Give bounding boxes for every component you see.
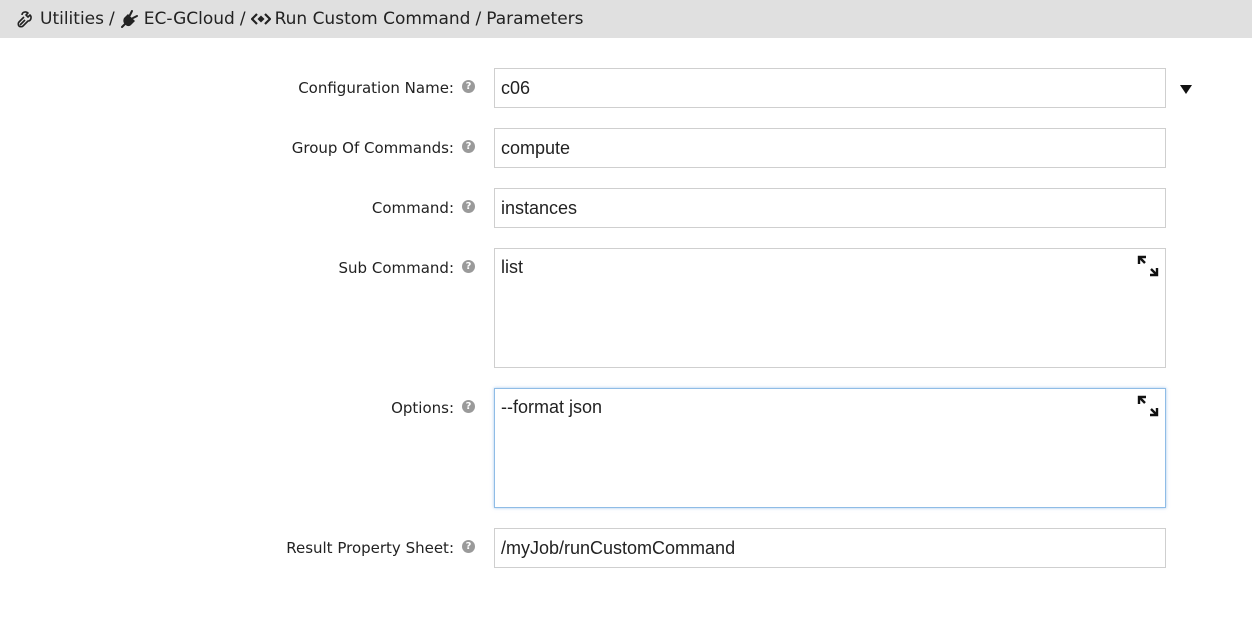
group-of-commands-label: Group Of Commands:: [291, 139, 454, 157]
code-icon: [250, 9, 271, 29]
plug-icon: [120, 9, 140, 29]
options-label: Options:: [391, 399, 454, 417]
sub-command-label: Sub Command:: [338, 259, 454, 277]
breadcrumb: Utilities / EC-GCloud / Run Custom Comma…: [0, 0, 1252, 38]
breadcrumb-item-utilities[interactable]: Utilities: [16, 9, 104, 29]
help-icon[interactable]: ?: [462, 80, 475, 93]
expand-icon[interactable]: [1137, 255, 1159, 277]
breadcrumb-label-utilities: Utilities: [40, 9, 104, 29]
sub-command-value: list: [501, 257, 523, 277]
expand-icon[interactable]: [1137, 395, 1159, 417]
caret-down-icon[interactable]: [1180, 85, 1192, 94]
configuration-name-input[interactable]: c06: [494, 68, 1166, 108]
options-value: --format json: [501, 397, 603, 417]
sub-command-textarea[interactable]: list: [494, 248, 1166, 368]
breadcrumb-separator: /: [239, 9, 246, 29]
breadcrumb-separator: /: [475, 9, 482, 29]
result-property-sheet-input[interactable]: /myJob/runCustomCommand: [494, 528, 1166, 568]
utilities-icon: [16, 9, 36, 29]
configuration-name-label: Configuration Name:: [298, 79, 454, 97]
group-of-commands-input[interactable]: compute: [494, 128, 1166, 168]
help-icon[interactable]: ?: [462, 260, 475, 273]
command-label: Command:: [371, 199, 454, 217]
breadcrumb-label-run-custom-command: Run Custom Command: [274, 9, 471, 29]
breadcrumb-separator: /: [108, 9, 115, 29]
command-input[interactable]: instances: [494, 188, 1166, 228]
help-icon[interactable]: ?: [462, 400, 475, 413]
help-icon[interactable]: ?: [462, 540, 475, 553]
options-textarea[interactable]: --format json: [494, 388, 1166, 508]
breadcrumb-item-parameters: Parameters: [486, 9, 583, 29]
breadcrumb-label-ec-gcloud: EC-GCloud: [143, 9, 235, 29]
breadcrumb-label-parameters: Parameters: [486, 9, 584, 29]
help-icon[interactable]: ?: [462, 140, 475, 153]
result-property-sheet-label: Result Property Sheet:: [286, 539, 454, 557]
help-icon[interactable]: ?: [462, 200, 475, 213]
breadcrumb-item-ec-gcloud[interactable]: EC-GCloud: [120, 9, 235, 29]
breadcrumb-item-run-custom-command[interactable]: Run Custom Command: [250, 9, 471, 29]
